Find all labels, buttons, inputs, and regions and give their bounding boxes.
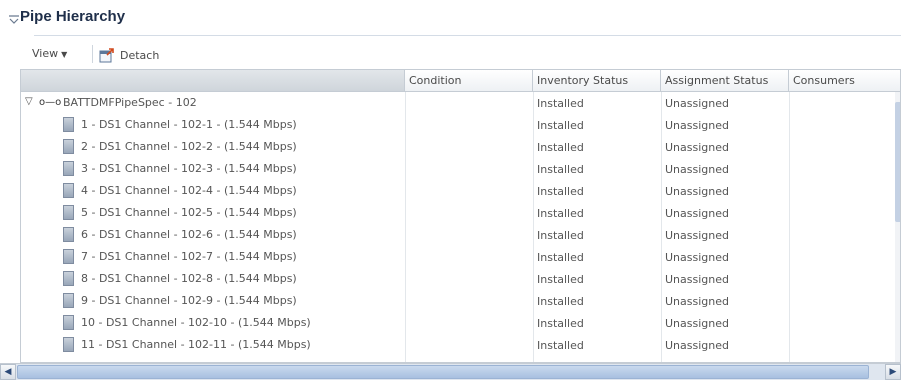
view-menu-button[interactable]: View ▼ (32, 47, 67, 60)
panel-title: Pipe Hierarchy (20, 8, 126, 25)
pipe-hierarchy-table: Condition Inventory Status Assignment St… (20, 69, 901, 363)
channel-icon (63, 249, 74, 264)
scroll-left-icon[interactable]: ◀ (0, 364, 16, 380)
table-row[interactable]: 5 - DS1 Channel - 102-5 - (1.544 Mbps) In… (21, 202, 900, 224)
cell-assignment-status: Unassigned (665, 97, 729, 110)
channel-label: 3 - DS1 Channel - 102-3 - (1.544 Mbps) (81, 162, 297, 175)
channel-icon (63, 227, 74, 242)
cell-assignment-status: Unassigned (665, 163, 729, 176)
cell-assignment-status: Unassigned (665, 339, 729, 352)
channel-label: 9 - DS1 Channel - 102-9 - (1.544 Mbps) (81, 294, 297, 307)
cell-assignment-status: Unassigned (665, 273, 729, 286)
table-row[interactable]: 2 - DS1 Channel - 102-2 - (1.544 Mbps) In… (21, 136, 900, 158)
collapse-icon[interactable] (8, 13, 20, 25)
channel-icon (63, 315, 74, 330)
vertical-scrollbar[interactable] (895, 92, 900, 362)
cell-inventory-status: Installed (537, 97, 584, 110)
cell-assignment-status: Unassigned (665, 251, 729, 264)
channel-label: 4 - DS1 Channel - 102-4 - (1.544 Mbps) (81, 184, 297, 197)
vertical-scroll-thumb[interactable] (895, 102, 900, 222)
cell-inventory-status: Installed (537, 317, 584, 330)
cell-assignment-status: Unassigned (665, 317, 729, 330)
cell-assignment-status: Unassigned (665, 119, 729, 132)
channel-icon (63, 337, 74, 352)
header-divider (34, 35, 901, 36)
channel-label: 6 - DS1 Channel - 102-6 - (1.544 Mbps) (81, 228, 297, 241)
channel-label: 1 - DS1 Channel - 102-1 - (1.544 Mbps) (81, 118, 297, 131)
column-header-name[interactable] (21, 70, 405, 92)
table-row[interactable]: 11 - DS1 Channel - 102-11 - (1.544 Mbps)… (21, 334, 900, 356)
cell-inventory-status: Installed (537, 273, 584, 286)
cell-inventory-status: Installed (537, 163, 584, 176)
scroll-right-icon[interactable]: ▶ (885, 364, 901, 380)
channel-icon (63, 205, 74, 220)
channel-label: 2 - DS1 Channel - 102-2 - (1.544 Mbps) (81, 140, 297, 153)
pipe-icon: o—o (39, 97, 62, 108)
toolbar-separator (92, 45, 93, 63)
table-row[interactable]: 3 - DS1 Channel - 102-3 - (1.544 Mbps) In… (21, 158, 900, 180)
cell-assignment-status: Unassigned (665, 141, 729, 154)
column-header-inventory-status[interactable]: Inventory Status (533, 70, 661, 92)
cell-inventory-status: Installed (537, 141, 584, 154)
channel-icon (63, 161, 74, 176)
cell-assignment-status: Unassigned (665, 185, 729, 198)
horizontal-scroll-thumb[interactable] (17, 365, 869, 379)
table-row[interactable]: 1 - DS1 Channel - 102-1 - (1.544 Mbps) In… (21, 114, 900, 136)
cell-inventory-status: Installed (537, 207, 584, 220)
cell-inventory-status: Installed (537, 229, 584, 242)
channel-label: 11 - DS1 Channel - 102-11 - (1.544 Mbps) (81, 338, 311, 351)
table-row[interactable]: 9 - DS1 Channel - 102-9 - (1.544 Mbps) In… (21, 290, 900, 312)
table-row-root[interactable]: ▽ o—o BATTDMFPipeSpec - 102 Installed Un… (21, 92, 900, 114)
cell-inventory-status: Installed (537, 251, 584, 264)
cell-assignment-status: Unassigned (665, 229, 729, 242)
cell-inventory-status: Installed (537, 295, 584, 308)
cell-inventory-status: Installed (537, 185, 584, 198)
panel-header: Pipe Hierarchy (0, 0, 901, 38)
column-header-assignment-status[interactable]: Assignment Status (661, 70, 789, 92)
cell-consumers (789, 92, 793, 114)
detach-button[interactable]: Detach (99, 45, 159, 65)
cell-inventory-status: Installed (537, 119, 584, 132)
channel-label: 5 - DS1 Channel - 102-5 - (1.544 Mbps) (81, 206, 297, 219)
table-row[interactable]: 6 - DS1 Channel - 102-6 - (1.544 Mbps) In… (21, 224, 900, 246)
column-header-condition[interactable]: Condition (405, 70, 533, 92)
cell-inventory-status: Installed (537, 339, 584, 352)
view-menu-label: View (32, 47, 59, 60)
table-row[interactable]: 4 - DS1 Channel - 102-4 - (1.544 Mbps) In… (21, 180, 900, 202)
table-row[interactable]: 10 - DS1 Channel - 102-10 - (1.544 Mbps)… (21, 312, 900, 334)
root-label: BATTDMFPipeSpec - 102 (63, 96, 197, 109)
channel-icon (63, 139, 74, 154)
channel-label: 10 - DS1 Channel - 102-10 - (1.544 Mbps) (81, 316, 311, 329)
pipe-hierarchy-panel: Pipe Hierarchy View ▼ Detach Condition In… (0, 0, 901, 382)
channel-icon (63, 117, 74, 132)
cell-assignment-status: Unassigned (665, 207, 729, 220)
column-header-consumers[interactable]: Consumers (789, 70, 900, 92)
cell-assignment-status: Unassigned (665, 295, 729, 308)
toolbar: View ▼ Detach (20, 41, 901, 69)
channel-icon (63, 271, 74, 286)
channel-icon (63, 183, 74, 198)
table-row[interactable]: 8 - DS1 Channel - 102-8 - (1.544 Mbps) In… (21, 268, 900, 290)
expand-icon[interactable]: ▽ (25, 96, 33, 107)
detach-icon (99, 48, 114, 63)
channel-label: 7 - DS1 Channel - 102-7 - (1.544 Mbps) (81, 250, 297, 263)
channel-label: 8 - DS1 Channel - 102-8 - (1.544 Mbps) (81, 272, 297, 285)
chevron-down-icon: ▼ (61, 50, 68, 59)
horizontal-scrollbar[interactable]: ◀ ▶ (0, 363, 901, 380)
table-row[interactable]: 7 - DS1 Channel - 102-7 - (1.544 Mbps) In… (21, 246, 900, 268)
table-header: Condition Inventory Status Assignment St… (21, 70, 900, 92)
detach-label: Detach (120, 48, 160, 62)
cell-condition (405, 92, 409, 114)
channel-icon (63, 293, 74, 308)
